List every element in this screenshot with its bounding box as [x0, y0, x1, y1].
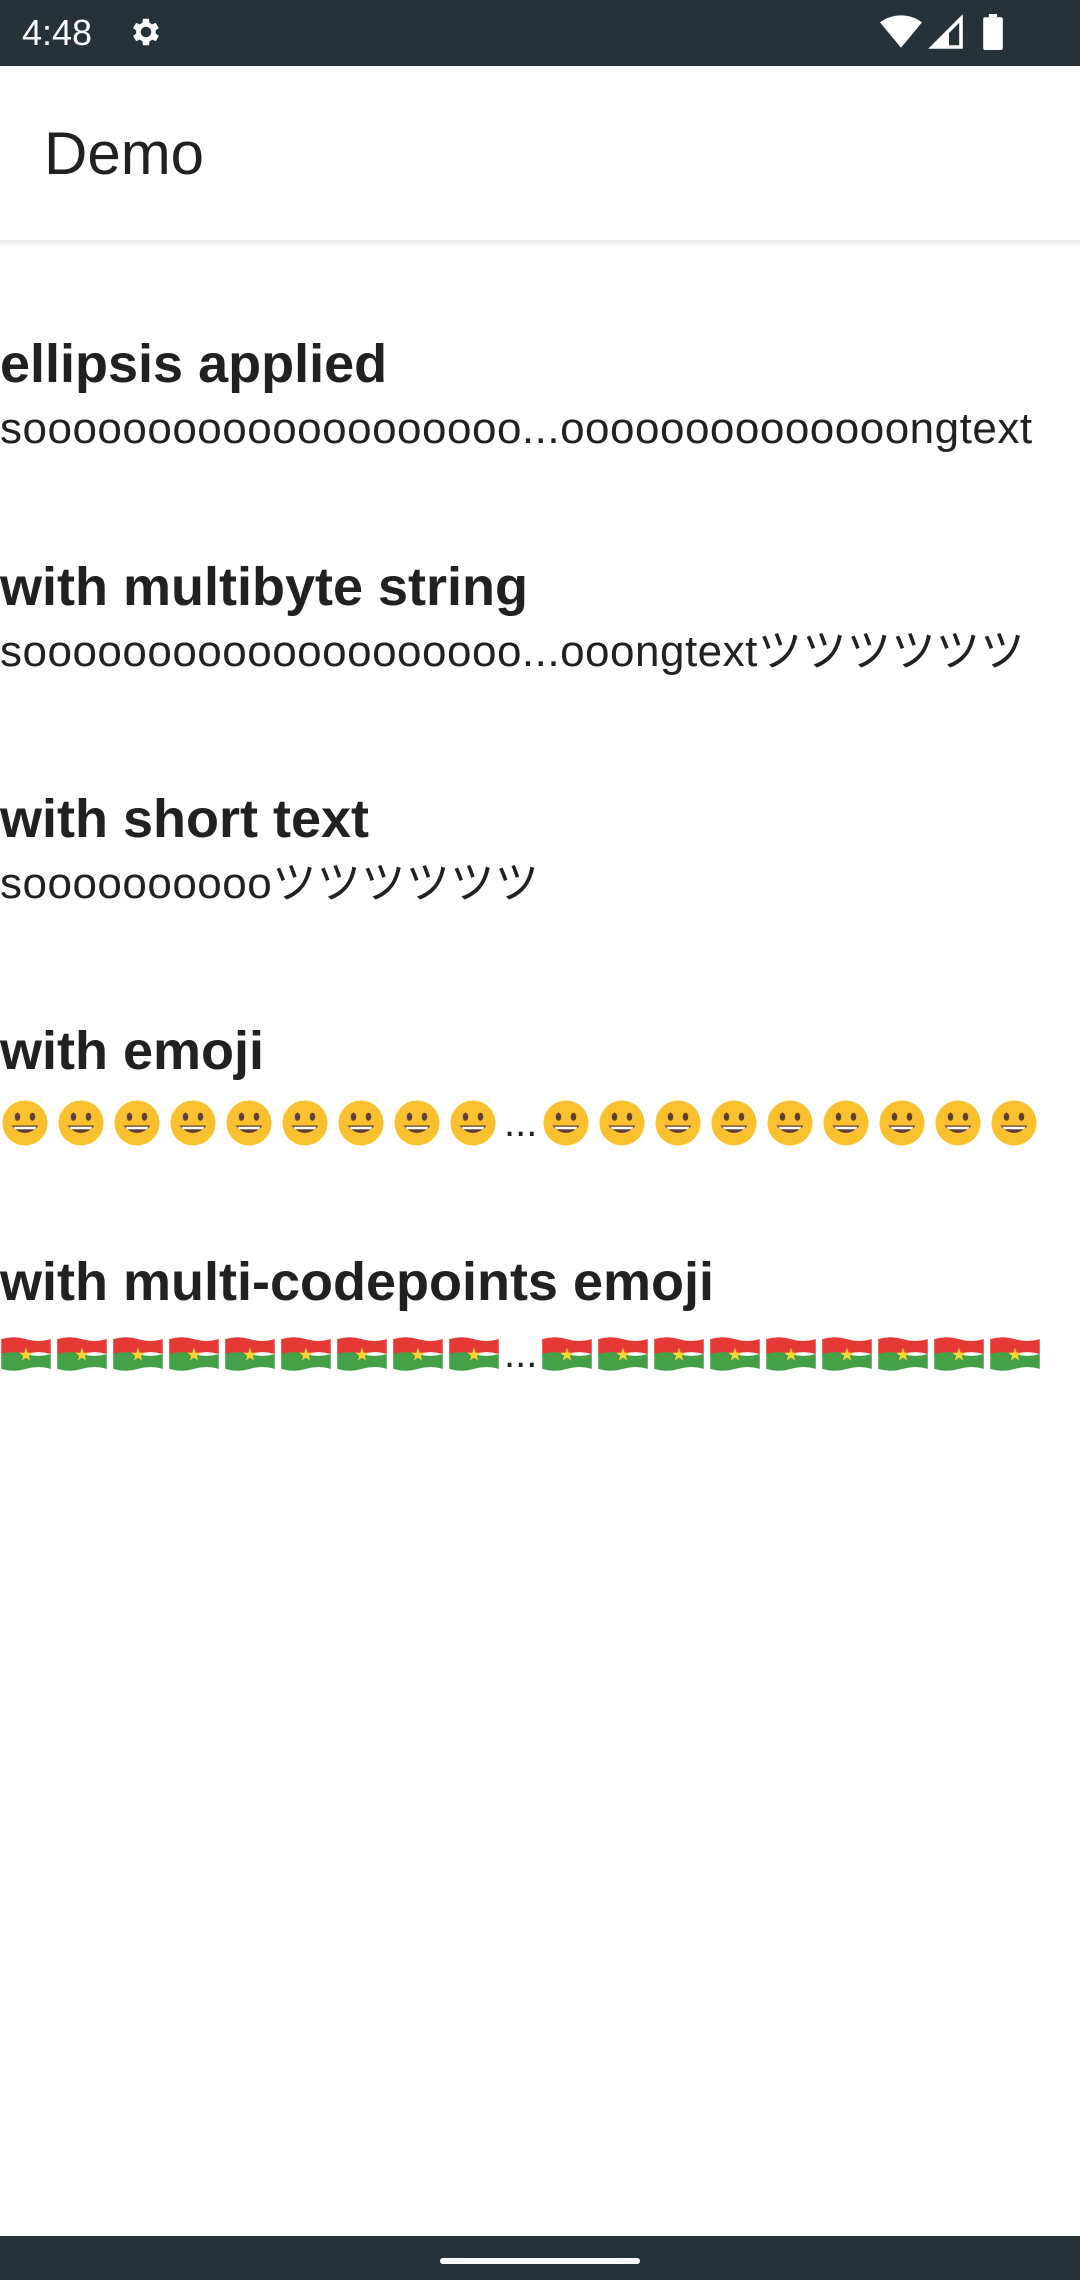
status-bar: 4:48 [0, 0, 1080, 66]
wifi-icon [880, 15, 922, 48]
grinning-face-emoji-icon [394, 1100, 440, 1146]
section-text: soooooooooooooooooooo...ooongtextツツツツツツ [0, 627, 1025, 676]
app-title: Demo [44, 120, 205, 187]
gear-icon [133, 18, 159, 46]
navigation-bar [0, 2236, 1080, 2280]
burkina-faso-flag-emoji-icon [57, 1337, 107, 1371]
section-title: ellipsis applied [0, 334, 388, 394]
burkina-faso-flag-emoji-icon [878, 1337, 929, 1371]
burkina-faso-flag-emoji-icon [766, 1337, 817, 1371]
burkina-faso-flag-emoji-icon [1, 1337, 51, 1371]
burkina-faso-flag-emoji-icon [710, 1337, 761, 1371]
grinning-face-emoji-icon [170, 1100, 216, 1146]
section-title: with short text [0, 789, 370, 849]
grinning-face-emoji-icon [711, 1100, 757, 1146]
status-time: 4:48 [22, 12, 93, 53]
section-short-text: with short text sooooooooooツツツツツツ [0, 787, 1080, 913]
section-text: sooooooooooツツツツツツ [0, 859, 540, 908]
burkina-faso-flag-emoji-icon [598, 1337, 649, 1371]
burkina-faso-flag-emoji-icon [542, 1337, 593, 1371]
burkina-faso-flag-emoji-icon [113, 1337, 163, 1371]
grinning-face-emoji-icon [599, 1100, 645, 1146]
grinning-face-emoji-icon [543, 1100, 589, 1146]
burkina-faso-flag-emoji-icon [449, 1337, 499, 1371]
grinning-face-emoji-icon [767, 1100, 813, 1146]
battery-icon [983, 14, 1003, 50]
signal-icon [928, 14, 963, 49]
section-multibyte-string: with multibyte string sooooooooooooooooo… [0, 555, 1080, 681]
ellipsis: ... [504, 1332, 538, 1376]
grinning-face-emoji-icon [338, 1100, 384, 1146]
grinning-face-emoji-icon [226, 1100, 272, 1146]
burkina-faso-flag-emoji-icon [169, 1337, 219, 1371]
burkina-faso-flag-emoji-icon [934, 1337, 985, 1371]
grinning-face-emoji-icon [935, 1100, 981, 1146]
section-title: with emoji [0, 1021, 265, 1081]
burkina-faso-flag-emoji-icon [281, 1337, 331, 1371]
grinning-face-emoji-icon [879, 1100, 925, 1146]
grinning-face-emoji-icon [58, 1100, 104, 1146]
section-multi-codepoints-emoji: with multi-codepoints emoji ... [0, 1250, 1080, 1384]
grinning-face-emoji-icon [655, 1100, 701, 1146]
grinning-face-emoji-icon [991, 1100, 1037, 1146]
grinning-face-emoji-icon [823, 1100, 869, 1146]
section-emoji: with emoji ... [0, 1019, 1080, 1153]
burkina-faso-flag-emoji-icon [990, 1337, 1041, 1371]
burkina-faso-flag-emoji-icon [225, 1337, 275, 1371]
section-ellipsis-applied: ellipsis applied soooooooooooooooooooo..… [0, 332, 1080, 458]
app-bar: Demo [0, 66, 1080, 243]
grinning-face-emoji-icon [450, 1100, 496, 1146]
burkina-faso-flag-emoji-icon [654, 1337, 705, 1371]
section-title: with multibyte string [0, 557, 529, 617]
ellipsis: ... [504, 1101, 538, 1145]
burkina-faso-flag-emoji-icon [393, 1337, 443, 1371]
grinning-face-emoji-icon [114, 1100, 160, 1146]
flag-emoji-text: ... [0, 1324, 1080, 1384]
burkina-faso-flag-emoji-icon [822, 1337, 873, 1371]
emoji-text: ... [0, 1093, 1080, 1153]
grinning-face-emoji-icon [2, 1100, 48, 1146]
section-title: with multi-codepoints emoji [0, 1252, 714, 1312]
section-text: soooooooooooooooooooo...oooooooooooooong… [0, 404, 1033, 453]
grinning-face-emoji-icon [282, 1100, 328, 1146]
home-gesture-handle[interactable] [440, 2258, 640, 2264]
burkina-faso-flag-emoji-icon [337, 1337, 387, 1371]
